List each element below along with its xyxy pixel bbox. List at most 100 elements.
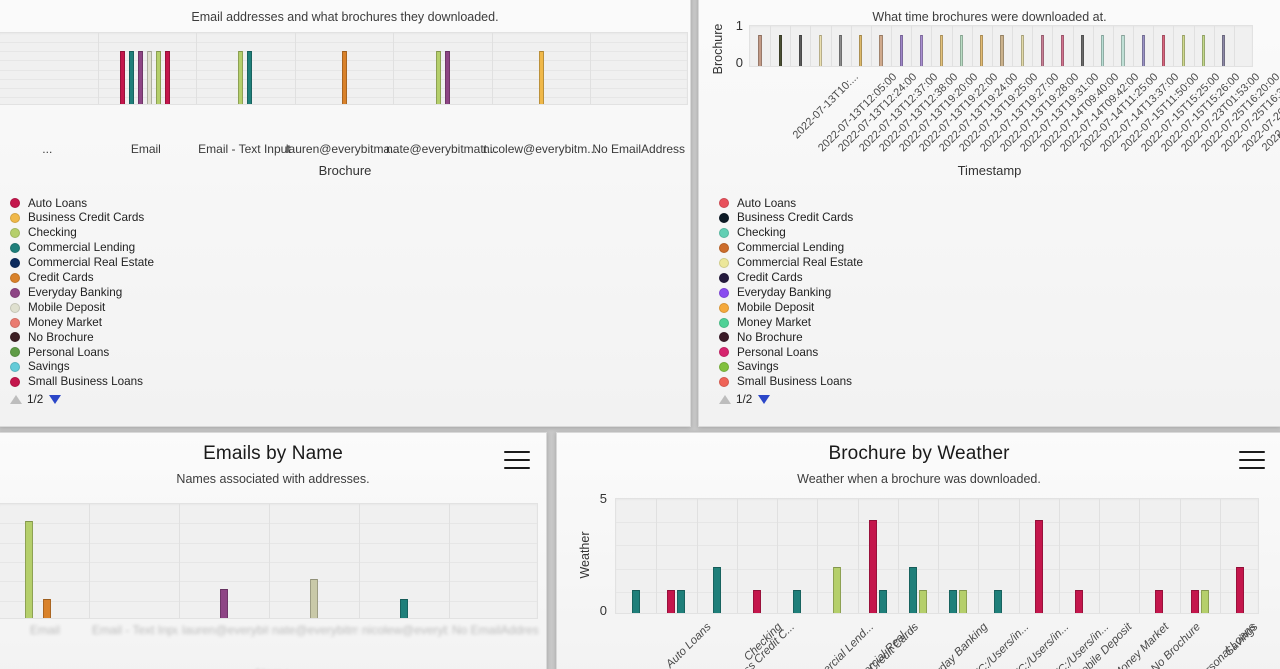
legend-item[interactable]: Business Credit Cards: [719, 211, 863, 226]
bar-timestamp-20[interactable]: [1161, 34, 1165, 66]
legend-item[interactable]: Small Business Loans: [719, 375, 863, 390]
bar-timestamp-10[interactable]: [960, 34, 964, 66]
gridline-vertical: [1112, 26, 1114, 66]
bar-timestamp-9[interactable]: [939, 34, 944, 66]
legend-item[interactable]: No Brochure: [719, 330, 863, 345]
bar-timestamp-2[interactable]: [798, 34, 802, 66]
bar-timestamp-4[interactable]: [839, 34, 843, 66]
bar-timestamp-0[interactable]: [758, 34, 762, 66]
legend-next-page-icon[interactable]: [49, 395, 62, 405]
legend-item[interactable]: Commercial Lending: [719, 241, 863, 256]
bar-weather-14-0[interactable]: [1190, 589, 1199, 613]
bar-checking[interactable]: [238, 51, 244, 104]
bar-weather-7-1[interactable]: [918, 589, 927, 613]
panel-menu-icon-brochure-by-weather[interactable]: [1239, 451, 1265, 469]
legend-item[interactable]: Everyday Banking: [719, 285, 863, 300]
bar-weather-5-0[interactable]: [833, 566, 842, 613]
legend-item[interactable]: Checking: [10, 226, 154, 241]
legend-item[interactable]: Commercial Lending: [10, 241, 154, 256]
bar-weather-7-0[interactable]: [908, 566, 917, 613]
bar-weather-8-0[interactable]: [949, 589, 958, 613]
bar-checking[interactable]: [155, 51, 161, 104]
bar-auto-loans[interactable]: [119, 51, 125, 104]
bar-weather-10-0[interactable]: [1034, 520, 1043, 613]
bar-timestamp-5[interactable]: [859, 34, 863, 66]
bar-timestamp-13[interactable]: [1020, 34, 1024, 66]
bar-credit-cards[interactable]: [341, 51, 347, 104]
legend-item[interactable]: Auto Loans: [719, 196, 863, 211]
bar-commercial-lending[interactable]: [128, 51, 134, 104]
bar-weather-6-1[interactable]: [878, 589, 887, 613]
gridline-vertical: [1173, 26, 1175, 66]
bar-weather-1-1[interactable]: [677, 589, 686, 613]
bar-timestamp-12[interactable]: [1000, 34, 1004, 66]
bar-timestamp-16[interactable]: [1081, 34, 1085, 66]
bar-weather-4-0[interactable]: [793, 589, 802, 613]
bar-business-credit-cards[interactable]: [538, 51, 544, 104]
bar-timestamp-17[interactable]: [1101, 34, 1105, 66]
bar-name-3-0[interactable]: [310, 579, 318, 618]
legend-item[interactable]: Business Credit Cards: [10, 211, 154, 226]
bar-timestamp-8[interactable]: [919, 34, 923, 66]
bar-commercial-lending[interactable]: [247, 51, 253, 104]
bar-name-0-0[interactable]: [25, 521, 33, 618]
legend-item[interactable]: Personal Loans: [719, 345, 863, 360]
legend-item[interactable]: Savings: [10, 360, 154, 375]
bar-name-0-1[interactable]: [43, 598, 51, 618]
bar-timestamp-6[interactable]: [879, 34, 883, 66]
panel-menu-icon-emails-by-name[interactable]: [504, 451, 530, 469]
bar-timestamp-19[interactable]: [1141, 34, 1145, 66]
bar-timestamp-18[interactable]: [1121, 34, 1125, 66]
bar-timestamp-15[interactable]: [1060, 34, 1065, 66]
bar-everyday-banking[interactable]: [137, 51, 143, 104]
bar-timestamp-23[interactable]: [1222, 34, 1226, 66]
legend-item[interactable]: Small Business Loans: [10, 375, 154, 390]
legend-item[interactable]: Checking: [719, 226, 863, 241]
legend-prev-page-icon[interactable]: [719, 395, 731, 405]
bar-weather-14-1[interactable]: [1200, 589, 1209, 613]
bar-mobile-deposit[interactable]: [146, 51, 152, 104]
bar-everyday-banking[interactable]: [444, 51, 450, 104]
legend-pager[interactable]: 1/2: [719, 392, 863, 408]
bar-timestamp-7[interactable]: [899, 34, 903, 66]
bar-timestamp-3[interactable]: [818, 34, 823, 66]
bar-timestamp-11[interactable]: [980, 34, 984, 66]
legend-item[interactable]: Money Market: [719, 315, 863, 330]
bar-timestamp-1[interactable]: [778, 34, 782, 66]
bar-weather-2-0[interactable]: [712, 566, 721, 613]
legend-pager[interactable]: 1/2: [10, 392, 154, 408]
bar-weather-8-1[interactable]: [959, 589, 968, 613]
legend-item[interactable]: Mobile Deposit: [10, 300, 154, 315]
bar-timestamp-14[interactable]: [1040, 34, 1044, 66]
bar-weather-3-0[interactable]: [752, 589, 761, 613]
legend-item[interactable]: Credit Cards: [719, 270, 863, 285]
bar-name-2-0[interactable]: [220, 589, 228, 618]
bar-weather-9-0[interactable]: [994, 589, 1003, 613]
bar-weather-6-0[interactable]: [868, 520, 877, 613]
legend-item[interactable]: Credit Cards: [10, 270, 154, 285]
bar-weather-11-0[interactable]: [1074, 589, 1083, 613]
bar-weather-1-0[interactable]: [667, 589, 676, 613]
bar-timestamp-21[interactable]: [1181, 34, 1186, 66]
legend-download-time[interactable]: Auto Loans Business Credit Cards Checking C…: [719, 196, 863, 408]
bar-weather-0-0[interactable]: [632, 589, 641, 613]
legend-emails-brochure[interactable]: Auto Loans Business Credit Cards Checking C…: [10, 196, 154, 408]
x-tick-label: Email: [29, 623, 61, 637]
bar-small-business-loans[interactable]: [164, 51, 170, 104]
legend-item[interactable]: Commercial Real Estate: [719, 256, 863, 271]
legend-item[interactable]: Personal Loans: [10, 345, 154, 360]
legend-item[interactable]: Everyday Banking: [10, 285, 154, 300]
legend-item[interactable]: No Brochure: [10, 330, 154, 345]
legend-item[interactable]: Auto Loans: [10, 196, 154, 211]
bar-weather-15-0[interactable]: [1235, 566, 1244, 613]
legend-item[interactable]: Savings: [719, 360, 863, 375]
legend-item[interactable]: Commercial Real Estate: [10, 256, 154, 271]
bar-checking[interactable]: [435, 51, 441, 104]
bar-name-4-0[interactable]: [400, 598, 408, 618]
legend-next-page-icon[interactable]: [758, 395, 771, 405]
legend-item[interactable]: Money Market: [10, 315, 154, 330]
legend-prev-page-icon[interactable]: [10, 395, 22, 405]
bar-timestamp-22[interactable]: [1202, 34, 1206, 66]
bar-weather-13-0[interactable]: [1155, 589, 1164, 613]
legend-item[interactable]: Mobile Deposit: [719, 300, 863, 315]
